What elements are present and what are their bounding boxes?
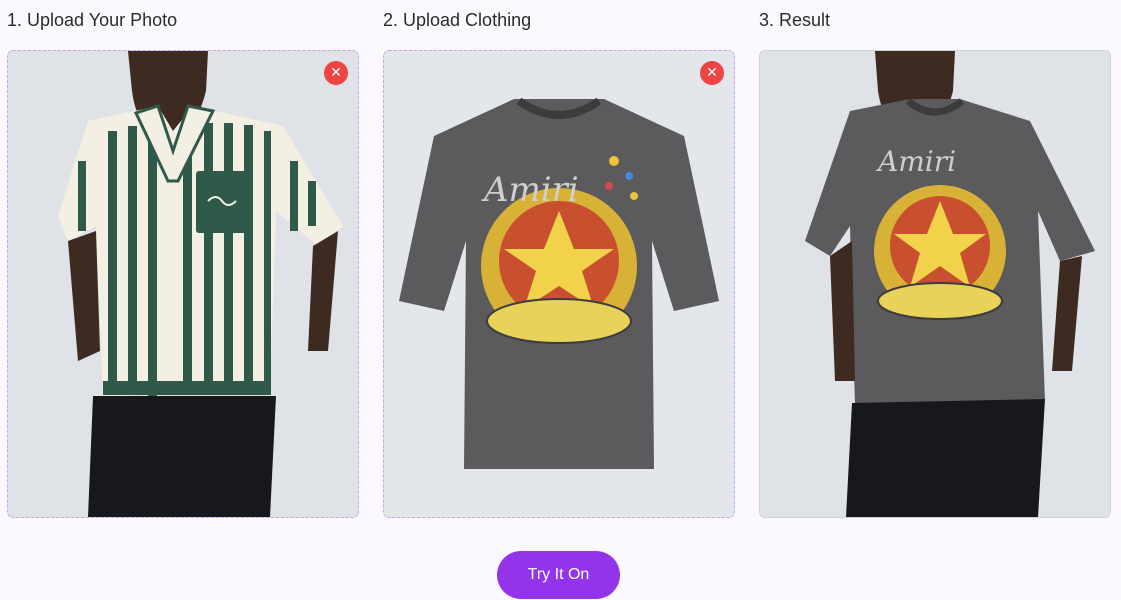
step-title-photo: 1. Upload Your Photo	[7, 10, 178, 30]
result-area: Amiri	[759, 50, 1111, 518]
remove-clothing-button[interactable]: ✕	[700, 61, 724, 85]
remove-photo-button[interactable]: ✕	[324, 61, 348, 85]
close-icon: ✕	[706, 65, 718, 81]
svg-text:Amiri: Amiri	[481, 170, 579, 210]
tshirt-photo-image: Amiri	[384, 51, 734, 517]
result-photo-image: Amiri	[760, 51, 1110, 517]
clothing-upload-area[interactable]: Amiri ✕	[383, 50, 735, 518]
svg-text:Amiri: Amiri	[875, 145, 956, 178]
close-icon: ✕	[330, 65, 342, 81]
person-photo-image	[8, 51, 358, 517]
step-title-clothing: 2. Upload Clothing	[383, 10, 532, 30]
try-it-on-button[interactable]: Try It On	[497, 551, 620, 599]
step-title-result: 3. Result	[759, 10, 831, 30]
photo-upload-area[interactable]: ✕	[7, 50, 359, 518]
